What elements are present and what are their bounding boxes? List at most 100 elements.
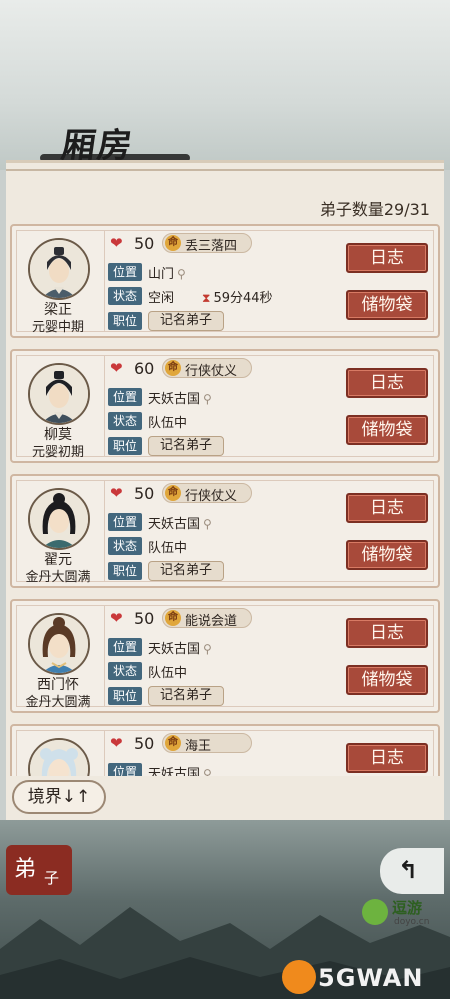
sort-by-realm-button[interactable]: 境界↓↑ bbox=[12, 780, 106, 814]
tab-disciples-char1: 弟 bbox=[14, 857, 37, 882]
watermark-icon bbox=[282, 960, 316, 994]
disciple-hp: 50 bbox=[134, 234, 155, 253]
tab-disciples-char2: 子 bbox=[44, 869, 60, 887]
fate-trait: 行侠仗义 bbox=[185, 489, 238, 504]
card-divider bbox=[104, 230, 105, 332]
doyo-logo-text: 逗游 bbox=[392, 899, 423, 917]
rank-label: 职位 bbox=[108, 437, 142, 455]
disciple-card[interactable]: ❤ 50 命 海王 位置 天妖古国 ⚲ 日志 bbox=[10, 724, 440, 776]
disciple-avatar[interactable] bbox=[28, 238, 90, 300]
heart-icon: ❤ bbox=[110, 609, 123, 627]
disciple-card[interactable]: 梁正 元婴中期 ❤ 50 命 丢三落四 位置 山门 ⚲ 状态 空闲 ⧗ 59分44秒… bbox=[10, 224, 440, 338]
rank-label: 职位 bbox=[108, 562, 142, 580]
location-value: 天妖古国 ⚲ bbox=[148, 517, 212, 532]
log-button[interactable]: 日志 bbox=[346, 618, 428, 648]
heart-icon: ❤ bbox=[110, 484, 123, 502]
storage-bag-button[interactable]: 储物袋 bbox=[346, 540, 428, 570]
fate-icon: 命 bbox=[165, 360, 181, 376]
disciple-count: 弟子数量29/31 bbox=[319, 200, 430, 219]
disciple-hp: 50 bbox=[134, 734, 155, 753]
location-value: 天妖古国 ⚲ bbox=[148, 392, 212, 407]
doyo-logo: 逗游 doyo.cn bbox=[362, 895, 448, 935]
location-label: 位置 bbox=[108, 763, 142, 776]
disciple-hp: 60 bbox=[134, 359, 155, 378]
status-value: 队伍中 bbox=[148, 666, 188, 681]
page-title: 厢房 bbox=[40, 112, 190, 167]
fate-icon: 命 bbox=[165, 235, 181, 251]
disciple-card[interactable]: 翟元 金丹大圆满 ❤ 50 命 行侠仗义 位置 天妖古国 ⚲ 状态 队伍中 职位 … bbox=[10, 474, 440, 588]
location-pin-icon: ⚲ bbox=[203, 517, 212, 531]
storage-bag-button[interactable]: 储物袋 bbox=[346, 415, 428, 445]
watermark-text: 5GWAN bbox=[318, 964, 424, 992]
rank-value: 记名弟子 bbox=[148, 311, 224, 331]
status-value: 空闲 bbox=[148, 291, 175, 306]
status-label: 状态 bbox=[108, 662, 142, 680]
disciple-realm: 金丹大圆满 bbox=[25, 570, 91, 585]
watermark-5gwan: 5GWAN bbox=[282, 958, 448, 996]
location-value: 山门 ⚲ bbox=[148, 267, 186, 282]
heart-icon: ❤ bbox=[110, 359, 123, 377]
location-label: 位置 bbox=[108, 513, 142, 531]
fate-trait-badge: 命 行侠仗义 bbox=[162, 358, 252, 379]
heart-icon: ❤ bbox=[110, 234, 123, 252]
status-label: 状态 bbox=[108, 287, 142, 305]
fate-trait: 海王 bbox=[185, 739, 212, 754]
fate-trait: 丢三落四 bbox=[185, 239, 238, 254]
location-label: 位置 bbox=[108, 388, 142, 406]
disciple-hp: 50 bbox=[134, 609, 155, 628]
card-divider bbox=[104, 605, 105, 707]
fate-trait-badge: 命 海王 bbox=[162, 733, 252, 754]
log-button[interactable]: 日志 bbox=[346, 243, 428, 273]
disciple-realm: 金丹大圆满 bbox=[25, 695, 91, 710]
fate-trait: 行侠仗义 bbox=[185, 364, 238, 379]
log-button[interactable]: 日志 bbox=[346, 743, 428, 773]
location-pin-icon: ⚲ bbox=[177, 267, 186, 281]
status-value: 队伍中 bbox=[148, 541, 188, 556]
doyo-logo-icon bbox=[362, 899, 388, 925]
disciple-realm: 元婴初期 bbox=[31, 445, 84, 460]
rank-value: 记名弟子 bbox=[148, 686, 224, 706]
location-label: 位置 bbox=[108, 638, 142, 656]
disciple-realm: 元婴中期 bbox=[31, 320, 84, 335]
location-pin-icon: ⚲ bbox=[203, 392, 212, 406]
rank-label: 职位 bbox=[108, 687, 142, 705]
disciple-card[interactable]: 西门怀 金丹大圆满 ❤ 50 命 能说会道 位置 天妖古国 ⚲ 状态 队伍中 职位… bbox=[10, 599, 440, 713]
back-button[interactable]: ↰ bbox=[380, 848, 444, 894]
disciple-card[interactable]: 柳莫 元婴初期 ❤ 60 命 行侠仗义 位置 天妖古国 ⚲ 状态 队伍中 职位 记… bbox=[10, 349, 440, 463]
status-value: 队伍中 bbox=[148, 416, 188, 431]
card-divider bbox=[104, 730, 105, 776]
disciple-avatar[interactable] bbox=[28, 363, 90, 425]
log-button[interactable]: 日志 bbox=[346, 493, 428, 523]
fate-icon: 命 bbox=[165, 485, 181, 501]
fate-trait-badge: 命 丢三落四 bbox=[162, 233, 252, 254]
fate-trait: 能说会道 bbox=[185, 614, 238, 629]
fate-icon: 命 bbox=[165, 735, 181, 751]
location-pin-icon: ⚲ bbox=[203, 642, 212, 656]
tab-disciples[interactable]: 弟 子 bbox=[6, 845, 72, 895]
card-divider bbox=[104, 480, 105, 582]
disciple-hp: 50 bbox=[134, 484, 155, 503]
fate-icon: 命 bbox=[165, 610, 181, 626]
rank-value: 记名弟子 bbox=[148, 561, 224, 581]
status-label: 状态 bbox=[108, 537, 142, 555]
card-divider bbox=[104, 355, 105, 457]
location-pin-icon: ⚲ bbox=[203, 767, 212, 776]
doyo-logo-url: doyo.cn bbox=[394, 917, 430, 927]
rank-value: 记名弟子 bbox=[148, 436, 224, 456]
heart-icon: ❤ bbox=[110, 734, 123, 752]
fate-trait-badge: 命 行侠仗义 bbox=[162, 483, 252, 504]
storage-bag-button[interactable]: 储物袋 bbox=[346, 665, 428, 695]
location-value: 天妖古国 ⚲ bbox=[148, 763, 212, 776]
location-value: 天妖古国 ⚲ bbox=[148, 642, 212, 657]
storage-bag-button[interactable]: 储物袋 bbox=[346, 290, 428, 320]
rank-label: 职位 bbox=[108, 312, 142, 330]
disciple-avatar[interactable] bbox=[28, 488, 90, 550]
location-label: 位置 bbox=[108, 263, 142, 281]
hourglass-icon: ⧗ bbox=[202, 291, 211, 305]
status-label: 状态 bbox=[108, 412, 142, 430]
disciple-avatar[interactable] bbox=[28, 613, 90, 675]
back-arrow-icon: ↰ bbox=[398, 856, 419, 884]
log-button[interactable]: 日志 bbox=[346, 368, 428, 398]
list-clip: ❤ 50 命 海王 位置 天妖古国 ⚲ 日志 bbox=[0, 724, 450, 776]
fate-trait-badge: 命 能说会道 bbox=[162, 608, 252, 629]
